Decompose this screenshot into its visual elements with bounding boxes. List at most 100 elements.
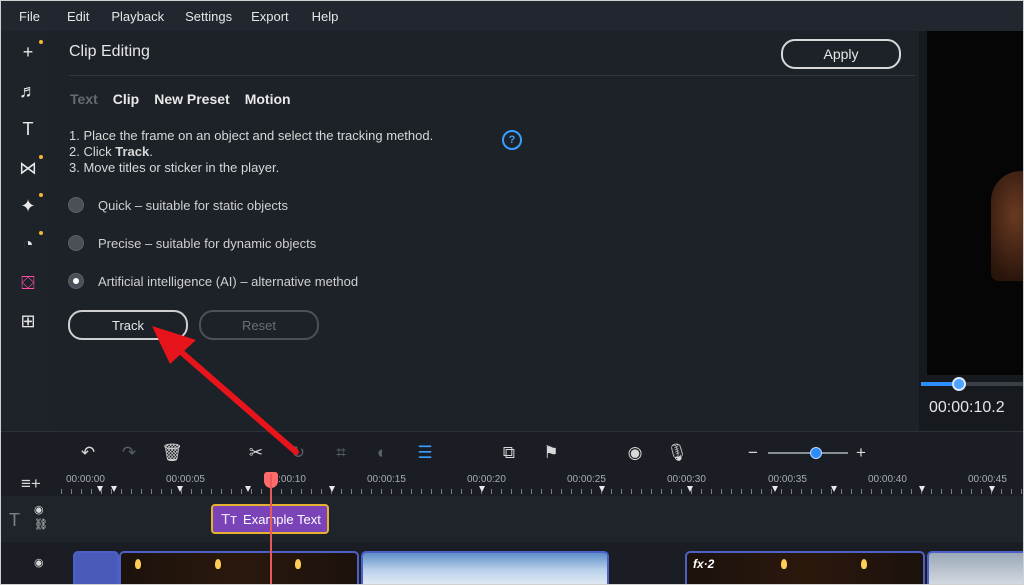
- zoom-slider[interactable]: [768, 452, 848, 454]
- left-toolbar: + ♬ T ⋈ ✦ ◔ ⛋ ⊞: [1, 31, 53, 431]
- text-clip-label: Example Text: [243, 511, 321, 527]
- redo-icon[interactable]: ↷: [118, 442, 140, 464]
- clip-properties-icon[interactable]: ☰: [414, 442, 436, 464]
- new-indicator: [39, 193, 43, 197]
- clip-thumbnail: [215, 559, 221, 569]
- radio-button-selected[interactable]: [68, 273, 84, 289]
- video-clip[interactable]: [119, 551, 359, 584]
- track-button[interactable]: Track: [68, 310, 188, 340]
- unlink-icon[interactable]: ⛓: [34, 518, 48, 531]
- time-ruler[interactable]: 00:00:00 00:00:05 00:00:10 00:00:15 00:0…: [61, 472, 1023, 496]
- option-ai[interactable]: Artificial intelligence (AI) – alternati…: [68, 271, 358, 291]
- music-icon[interactable]: ♬: [15, 78, 41, 104]
- microphone-icon[interactable]: 🎙: [666, 442, 688, 464]
- video-clip[interactable]: [73, 551, 119, 584]
- instruction-2: 2. Click Track.: [69, 144, 153, 159]
- fx-badge: fx·2: [693, 557, 715, 571]
- scene-marker: [329, 486, 335, 492]
- tab-new-preset[interactable]: New Preset: [154, 91, 229, 107]
- player-panel: 00:00:10.2: [919, 31, 1023, 431]
- radio-button[interactable]: [68, 235, 84, 251]
- color-adjust-icon[interactable]: ◐: [371, 442, 393, 464]
- clip-thumbnail: [295, 559, 301, 569]
- option-precise[interactable]: Precise – suitable for dynamic objects: [68, 233, 316, 253]
- eye-icon[interactable]: ◉: [34, 556, 44, 569]
- video-clip[interactable]: [927, 551, 1023, 584]
- transition-icon[interactable]: ⋈: [15, 155, 41, 181]
- menu-bar: File Edit Playback Settings Export Help: [1, 1, 1023, 31]
- eye-icon[interactable]: ◉: [34, 503, 44, 516]
- ruler-ticks: [61, 489, 1023, 494]
- clip-thumbnail: [861, 559, 867, 569]
- overlay-icon[interactable]: ⧉: [498, 442, 520, 464]
- menu-settings[interactable]: Settings: [185, 9, 232, 24]
- video-clip[interactable]: fx·2: [685, 551, 925, 584]
- marker-flag-icon[interactable]: ⚑: [540, 442, 562, 464]
- clip-editing-icon[interactable]: ⛋: [15, 270, 41, 296]
- menu-export[interactable]: Export: [251, 9, 289, 24]
- zoom-in-icon[interactable]: +: [850, 442, 872, 464]
- scissors-icon[interactable]: ✂: [245, 442, 267, 464]
- new-indicator: [39, 231, 43, 235]
- menu-playback[interactable]: Playback: [111, 9, 164, 24]
- undo-icon[interactable]: ↶: [77, 442, 99, 464]
- webcam-icon[interactable]: ◉: [624, 442, 646, 464]
- add-icon[interactable]: +: [15, 39, 41, 65]
- video-preview[interactable]: [927, 31, 1023, 375]
- clip-thumbnail: [135, 559, 141, 569]
- tab-motion[interactable]: Motion: [245, 91, 291, 107]
- scene-marker: [831, 486, 837, 492]
- scene-marker: [111, 486, 117, 492]
- ruler-label: 00:00:40: [868, 474, 907, 485]
- timeline-toolbar: ↶ ↷ 🗑 ✂ ↻ ⌗ ◐ ☰ ⧉ ⚑ ◉ 🎙 − +: [1, 432, 1023, 472]
- apply-button[interactable]: Apply: [781, 39, 901, 69]
- ruler-label: 00:00:35: [768, 474, 807, 485]
- crop-icon[interactable]: ⌗: [330, 442, 352, 464]
- text-clip-icon: Tт: [221, 510, 238, 528]
- text-track: T ◉ ⛓ Tт Example Text: [1, 496, 1023, 542]
- tab-clip[interactable]: Clip: [113, 91, 139, 107]
- scene-marker: [989, 486, 995, 492]
- zoom-out-icon[interactable]: −: [742, 442, 764, 464]
- video-track: ◉ fx·2: [1, 548, 1023, 584]
- scene-marker: [687, 486, 693, 492]
- rotate-icon[interactable]: ↻: [287, 442, 309, 464]
- video-clip[interactable]: [361, 551, 609, 584]
- seek-bar[interactable]: [921, 377, 1023, 391]
- panel-title: Clip Editing: [69, 43, 150, 60]
- scene-marker: [599, 486, 605, 492]
- scene-marker: [772, 486, 778, 492]
- app-window: File Edit Playback Settings Export Help …: [0, 0, 1024, 585]
- seek-handle[interactable]: [952, 377, 966, 391]
- timecode: 00:00:10.2: [929, 399, 1005, 416]
- ruler-label: 00:00:15: [367, 474, 406, 485]
- ruler-label: 00:00:30: [667, 474, 706, 485]
- menu-edit[interactable]: Edit: [67, 9, 89, 24]
- radio-button[interactable]: [68, 197, 84, 213]
- menu-help[interactable]: Help: [312, 9, 339, 24]
- reset-button[interactable]: Reset: [199, 310, 319, 340]
- ruler-label: 00:00:45: [968, 474, 1007, 485]
- timeline: ↶ ↷ 🗑 ✂ ↻ ⌗ ◐ ☰ ⧉ ⚑ ◉ 🎙 − + ≡+ 00:00:00 …: [1, 431, 1023, 584]
- clip-thumbnail: [781, 559, 787, 569]
- ruler-label: 00:00:25: [567, 474, 606, 485]
- add-track-icon[interactable]: ≡+: [21, 474, 41, 494]
- ruler-label: 00:00:05: [166, 474, 205, 485]
- preview-candle: [991, 171, 1023, 281]
- tab-text[interactable]: Text: [70, 91, 98, 107]
- option-quick[interactable]: Quick – suitable for static objects: [68, 195, 288, 215]
- zoom-slider-handle[interactable]: [810, 447, 822, 459]
- magic-wand-icon[interactable]: ✦: [15, 193, 41, 219]
- text-track-icon: T: [9, 510, 20, 530]
- ruler-label: 00:00:00: [66, 474, 105, 485]
- text-icon[interactable]: T: [15, 116, 41, 142]
- playhead[interactable]: [270, 474, 272, 584]
- scene-marker: [245, 486, 251, 492]
- clip-editing-panel: Clip Editing Apply Text Clip New Preset …: [53, 31, 919, 431]
- menu-file[interactable]: File: [19, 9, 40, 24]
- sticker-icon[interactable]: ◔: [15, 231, 41, 257]
- tab-bar: Text Clip New Preset Motion: [70, 91, 306, 107]
- trash-icon[interactable]: 🗑: [161, 442, 183, 464]
- apps-icon[interactable]: ⊞: [15, 308, 41, 334]
- help-icon[interactable]: ?: [502, 130, 522, 150]
